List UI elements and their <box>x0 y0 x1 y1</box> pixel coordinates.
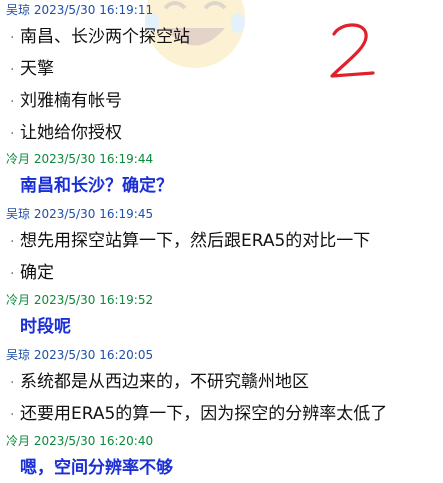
bullet-icon: · <box>10 234 15 250</box>
message-line: · 想先用探空站算一下，然后跟ERA5的对比一下 <box>10 231 371 251</box>
sender-name: 冷月 <box>6 434 31 448</box>
timestamp: 2023/5/30 16:20:40 <box>33 434 154 448</box>
bullet-icon: · <box>10 30 15 46</box>
sender-name: 吴琼 <box>6 3 31 17</box>
message-line: · 系统都是从西边来的，不研究赣州地区 <box>10 372 309 392</box>
sender-name: 吴琼 <box>6 348 31 362</box>
message-header: 冷月 2023/5/30 16:19:44 <box>6 151 153 167</box>
chat-history: 吴琼 2023/5/30 16:19:11 · 南昌、长沙两个探空站 · 天擎 · 刘… <box>0 0 443 483</box>
message-header: 吴琼 2023/5/30 16:19:11 <box>6 2 153 18</box>
bullet-icon: · <box>10 266 15 282</box>
handwritten-number-annotation <box>330 23 375 78</box>
bullet-icon: · <box>10 126 15 142</box>
message-line: · 天擎 <box>10 59 54 79</box>
message-line: · 还要用ERA5的算一下，因为探空的分辨率太低了 <box>10 404 388 424</box>
message-header: 冷月 2023/5/30 16:19:52 <box>6 292 153 308</box>
message-header: 冷月 2023/5/30 16:20:40 <box>6 433 153 449</box>
message-line: · 刘雅楠有帐号 <box>10 91 122 111</box>
bullet-icon: · <box>10 94 15 110</box>
sender-name: 冷月 <box>6 152 31 166</box>
message-line: · 南昌、长沙两个探空站 <box>10 27 190 47</box>
timestamp: 2023/5/30 16:19:45 <box>33 207 154 221</box>
bullet-icon: · <box>10 407 15 423</box>
sender-name: 吴琼 <box>6 207 31 221</box>
bullet-icon: · <box>10 62 15 78</box>
timestamp: 2023/5/30 16:19:52 <box>33 293 154 307</box>
bullet-icon: · <box>10 375 15 391</box>
sender-name: 冷月 <box>6 293 31 307</box>
message-header: 吴琼 2023/5/30 16:19:45 <box>6 206 153 222</box>
message-line: 时段呢 <box>20 317 71 337</box>
message-line: · 让她给你授权 <box>10 123 122 143</box>
message-line: 南昌和长沙？确定？ <box>20 176 173 196</box>
timestamp: 2023/5/30 16:19:11 <box>33 3 154 17</box>
message-line: 嗯，空间分辨率不够 <box>20 458 173 478</box>
timestamp: 2023/5/30 16:20:05 <box>33 348 154 362</box>
message-header: 吴琼 2023/5/30 16:20:05 <box>6 347 153 363</box>
message-line: · 确定 <box>10 263 54 283</box>
timestamp: 2023/5/30 16:19:44 <box>33 152 154 166</box>
